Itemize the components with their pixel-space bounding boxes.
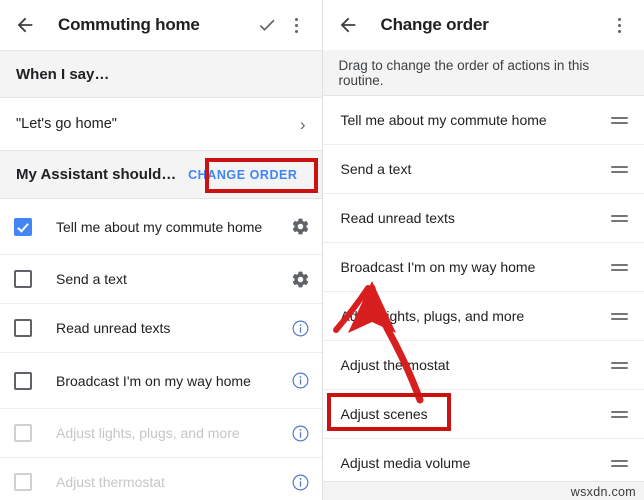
- routine-detail-screen: Commuting home When I say… "Let's go hom…: [0, 0, 323, 500]
- reorder-label: Adjust media volume: [340, 455, 471, 471]
- drag-handle-icon[interactable]: [611, 361, 628, 369]
- action-label: Send a text: [56, 271, 127, 287]
- info-icon[interactable]: [291, 371, 310, 390]
- drag-hint-text: Drag to change the order of actions in t…: [338, 57, 590, 88]
- check-icon[interactable]: [252, 10, 282, 40]
- change-order-screen: Change order Drag to change the order of…: [322, 0, 644, 500]
- right-app-bar: Change order: [322, 0, 644, 50]
- drag-handle-icon[interactable]: [611, 263, 628, 271]
- info-icon[interactable]: [291, 319, 310, 338]
- action-checkbox[interactable]: [14, 217, 32, 236]
- drag-hint-banner: Drag to change the order of actions in t…: [322, 50, 644, 96]
- back-arrow-icon[interactable]: [333, 10, 363, 40]
- reorder-row[interactable]: Adjust scenes: [322, 390, 644, 439]
- reorder-row[interactable]: Tell me about my commute home: [322, 96, 644, 145]
- action-row[interactable]: Tell me about my commute home: [0, 199, 322, 255]
- my-assistant-should-header: My Assistant should… CHANGE ORDER: [0, 150, 322, 199]
- drag-handle-icon[interactable]: [611, 165, 628, 173]
- page-title: Change order: [380, 15, 489, 34]
- action-checkbox[interactable]: [14, 270, 32, 288]
- drag-handle-icon[interactable]: [611, 116, 628, 124]
- reorder-label: Adjust scenes: [340, 406, 428, 422]
- action-list: Tell me about my commute home Send a tex…: [0, 199, 322, 500]
- dual-screenshot-container: Commuting home When I say… "Let's go hom…: [0, 0, 644, 500]
- reorder-row[interactable]: Adjust thermostat: [322, 341, 644, 390]
- action-checkbox[interactable]: [14, 424, 32, 442]
- reorder-label: Send a text: [340, 161, 412, 177]
- drag-handle-icon[interactable]: [611, 214, 628, 222]
- when-i-say-header: When I say…: [0, 50, 322, 98]
- action-row[interactable]: Read unread texts: [0, 304, 322, 353]
- action-label: Broadcast I'm on my way home: [56, 372, 251, 389]
- action-checkbox[interactable]: [14, 371, 32, 390]
- drag-handle-icon[interactable]: [611, 459, 628, 467]
- back-arrow-icon[interactable]: [10, 10, 40, 40]
- reorder-row[interactable]: Adjust lights, plugs, and more: [322, 292, 644, 341]
- action-row[interactable]: Send a text: [0, 255, 322, 304]
- action-checkbox[interactable]: [14, 319, 32, 337]
- reorder-label: Broadcast I'm on my way home: [340, 259, 536, 275]
- action-checkbox[interactable]: [14, 473, 32, 491]
- left-app-bar: Commuting home: [0, 0, 322, 50]
- gear-icon[interactable]: [291, 217, 310, 236]
- reorder-label: Tell me about my commute home: [340, 112, 547, 128]
- my-assistant-should-label: My Assistant should…: [16, 166, 177, 183]
- action-row[interactable]: Adjust thermostat: [0, 458, 322, 500]
- drag-handle-icon[interactable]: [611, 410, 628, 418]
- watermark: wsxdn.com: [570, 485, 636, 499]
- reorder-label: Read unread texts: [340, 210, 455, 226]
- reorder-row[interactable]: Send a text: [322, 145, 644, 194]
- kebab-menu-icon[interactable]: [604, 10, 634, 40]
- drag-handle-icon[interactable]: [611, 312, 628, 320]
- trigger-phrase-text: "Let's go home": [16, 116, 117, 132]
- info-icon[interactable]: [291, 424, 310, 443]
- action-label: Adjust lights, plugs, and more: [56, 425, 240, 441]
- reorder-label: Adjust thermostat: [340, 357, 450, 373]
- info-icon[interactable]: [291, 473, 310, 492]
- action-label: Tell me about my commute home: [56, 218, 263, 235]
- action-label: Read unread texts: [56, 320, 171, 336]
- page-title: Commuting home: [58, 15, 200, 34]
- when-i-say-label: When I say…: [16, 65, 110, 83]
- gear-icon[interactable]: [291, 270, 310, 289]
- action-label: Adjust thermostat: [56, 474, 165, 490]
- reorder-label: Adjust lights, plugs, and more: [340, 308, 525, 324]
- reorder-row[interactable]: Read unread texts: [322, 194, 644, 243]
- reorder-row[interactable]: Broadcast I'm on my way home: [322, 243, 644, 292]
- chevron-right-icon: ›: [299, 114, 306, 134]
- action-row[interactable]: Broadcast I'm on my way home: [0, 353, 322, 409]
- action-row[interactable]: Adjust lights, plugs, and more: [0, 409, 322, 458]
- reorder-list: Tell me about my commute home Send a tex…: [322, 96, 644, 488]
- trigger-phrase-row[interactable]: "Let's go home" ›: [0, 98, 322, 150]
- kebab-menu-icon[interactable]: [282, 10, 312, 40]
- change-order-button[interactable]: CHANGE ORDER: [180, 162, 305, 188]
